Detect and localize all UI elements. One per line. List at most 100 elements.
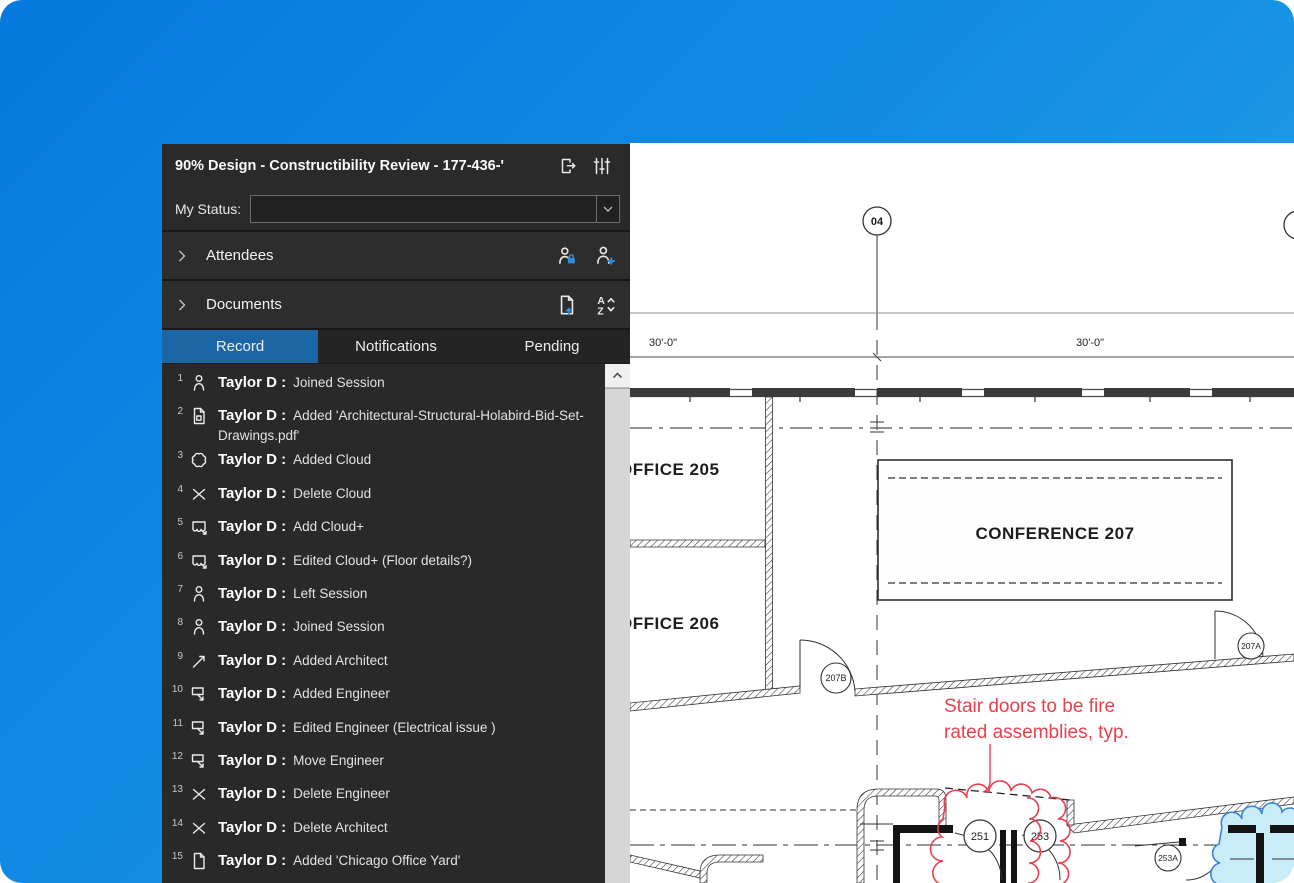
az-sort-icon: A Z — [597, 295, 613, 316]
cloud-icon — [188, 449, 210, 471]
record-text: Taylor D :Added 'Chicago Office Yard' — [218, 850, 460, 871]
page-icon — [188, 850, 210, 872]
record-row[interactable]: 12Taylor D :Move Engineer — [168, 747, 604, 780]
record-list-scrollbar[interactable] — [605, 364, 630, 883]
record-tabbar: Record Notifications Pending — [162, 328, 630, 363]
record-number: 11 — [168, 718, 183, 729]
dimension-left: 30'-0" — [649, 337, 677, 349]
sort-documents-button[interactable]: A Z — [592, 292, 618, 318]
exit-door-icon — [563, 160, 575, 173]
record-number: 10 — [168, 684, 183, 695]
grid-bubble-label: 04 — [871, 216, 884, 228]
record-text: Taylor D :Added 'Architectural-Structura… — [218, 405, 604, 446]
record-text: Taylor D :Edited Engineer (Electrical is… — [218, 717, 496, 738]
record-action: Joined Session — [293, 619, 385, 634]
my-status-value — [251, 196, 596, 222]
record-text: Taylor D :Move Engineer — [218, 750, 384, 771]
door-tag-207a: 207A — [1241, 641, 1261, 651]
record-action: Edited Cloud+ (Floor details?) — [293, 553, 472, 568]
red-text-annotation[interactable]: Stair doors to be fire rated assemblies,… — [944, 696, 1129, 743]
record-number: 13 — [168, 784, 183, 795]
conference-room: CONFERENCE 207 — [878, 460, 1232, 600]
record-row[interactable]: 9 Taylor D :Added Architect — [168, 647, 604, 680]
record-row[interactable]: 2 Taylor D :Added 'Architectural-Structur… — [168, 402, 604, 446]
record-row[interactable]: 4Taylor D :Delete Cloud — [168, 480, 604, 513]
record-row[interactable]: 1Taylor D :Joined Session — [168, 369, 604, 402]
scrollbar-thumb[interactable] — [605, 388, 630, 883]
my-status-label: My Status: — [175, 201, 241, 217]
door-207a: 207A — [1215, 611, 1264, 659]
stair-wall-rounded — [857, 789, 946, 883]
blue-cloud-markup[interactable] — [1211, 803, 1294, 883]
delete-icon — [188, 817, 210, 839]
record-row[interactable]: 7 Taylor D :Left Session — [168, 580, 604, 613]
person-icon — [188, 583, 210, 605]
attendees-section-header[interactable]: Attendees — [162, 230, 630, 279]
arrow-icon — [188, 650, 210, 672]
record-action: Added Architect — [293, 653, 388, 668]
person-icon — [188, 616, 210, 638]
record-number: 7 — [168, 584, 183, 595]
record-number: 5 — [168, 517, 183, 528]
record-number: 3 — [168, 450, 183, 461]
record-action: Joined Session — [293, 375, 385, 390]
tab-record[interactable]: Record — [162, 330, 318, 363]
record-row[interactable]: 6Taylor D :Edited Cloud+ (Floor details?… — [168, 547, 604, 580]
scroll-up-button[interactable] — [605, 364, 630, 387]
attendee-access-button[interactable] — [554, 243, 580, 269]
record-user: Taylor D : — [218, 819, 286, 836]
record-row[interactable]: 11 Taylor D :Edited Engineer (Electrical … — [168, 714, 604, 747]
annotation-line-2: rated assemblies, typ. — [944, 722, 1129, 743]
record-action: Delete Engineer — [293, 786, 390, 801]
record-row[interactable]: 15 Taylor D :Added 'Chicago Office Yard' — [168, 847, 604, 880]
add-document-button[interactable] — [554, 292, 580, 318]
record-number: 2 — [168, 406, 183, 417]
record-action: Move Engineer — [293, 753, 384, 768]
record-text: Taylor D :Added Engineer — [218, 683, 390, 704]
callout-icon — [188, 750, 210, 772]
record-row[interactable]: 13 Taylor D : Delete Engineer — [168, 780, 604, 813]
record-user: Taylor D : — [218, 585, 286, 602]
record-row[interactable]: 10 Taylor D :Added Engineer — [168, 680, 604, 713]
record-row[interactable]: 14Taylor D :Delete Architect — [168, 814, 604, 847]
record-row[interactable]: 3Taylor D :Added Cloud — [168, 446, 604, 479]
person-plus-icon — [598, 247, 614, 263]
documents-section-header[interactable]: Documents A Z — [162, 279, 630, 328]
record-user: Taylor D : — [218, 618, 286, 635]
room-label-206: OFFICE 206 — [630, 614, 719, 633]
record-text: Taylor D : Add Cloud+ — [218, 516, 364, 537]
drawing-canvas[interactable]: 04 30'-0" 30'-0" — [630, 143, 1294, 883]
record-action: Delete Architect — [293, 820, 388, 835]
document-upload-icon — [562, 296, 573, 314]
door-tag-251: 251 — [971, 831, 989, 843]
record-user: Taylor D : — [218, 852, 286, 869]
record-action: Added Cloud — [293, 452, 371, 467]
record-row[interactable]: 5 Taylor D : Add Cloud+ — [168, 513, 604, 546]
invite-attendee-button[interactable] — [592, 243, 618, 269]
record-action: Add Cloud+ — [293, 519, 364, 534]
record-user: Taylor D : — [218, 719, 286, 736]
chevron-down-icon — [604, 207, 612, 211]
record-text: Taylor D :Joined Session — [218, 372, 385, 393]
door-207b: 207B — [800, 640, 855, 693]
record-number: 15 — [168, 851, 183, 862]
leave-session-button[interactable] — [555, 153, 581, 179]
record-text: Taylor D :Added Architect — [218, 650, 388, 671]
tab-pending[interactable]: Pending — [474, 330, 630, 363]
chevron-right-icon — [180, 251, 185, 261]
page-markup-icon — [188, 405, 210, 427]
record-number: 9 — [168, 651, 183, 662]
session-settings-button[interactable] — [589, 153, 615, 179]
callout-icon — [188, 683, 210, 705]
record-row[interactable]: 8Taylor D :Joined Session — [168, 613, 604, 646]
corridor-wall-right — [855, 654, 1294, 696]
record-user: Taylor D : — [218, 785, 286, 802]
delete-icon — [188, 783, 210, 805]
tab-notifications[interactable]: Notifications — [318, 330, 474, 363]
dropdown-caret[interactable] — [596, 196, 619, 222]
sliders-icon — [595, 159, 610, 174]
record-user: Taylor D : — [218, 518, 286, 535]
record-text: Taylor D :Left Session — [218, 583, 367, 604]
my-status-dropdown[interactable] — [250, 195, 620, 223]
record-text: Taylor D : Delete Engineer — [218, 783, 390, 804]
